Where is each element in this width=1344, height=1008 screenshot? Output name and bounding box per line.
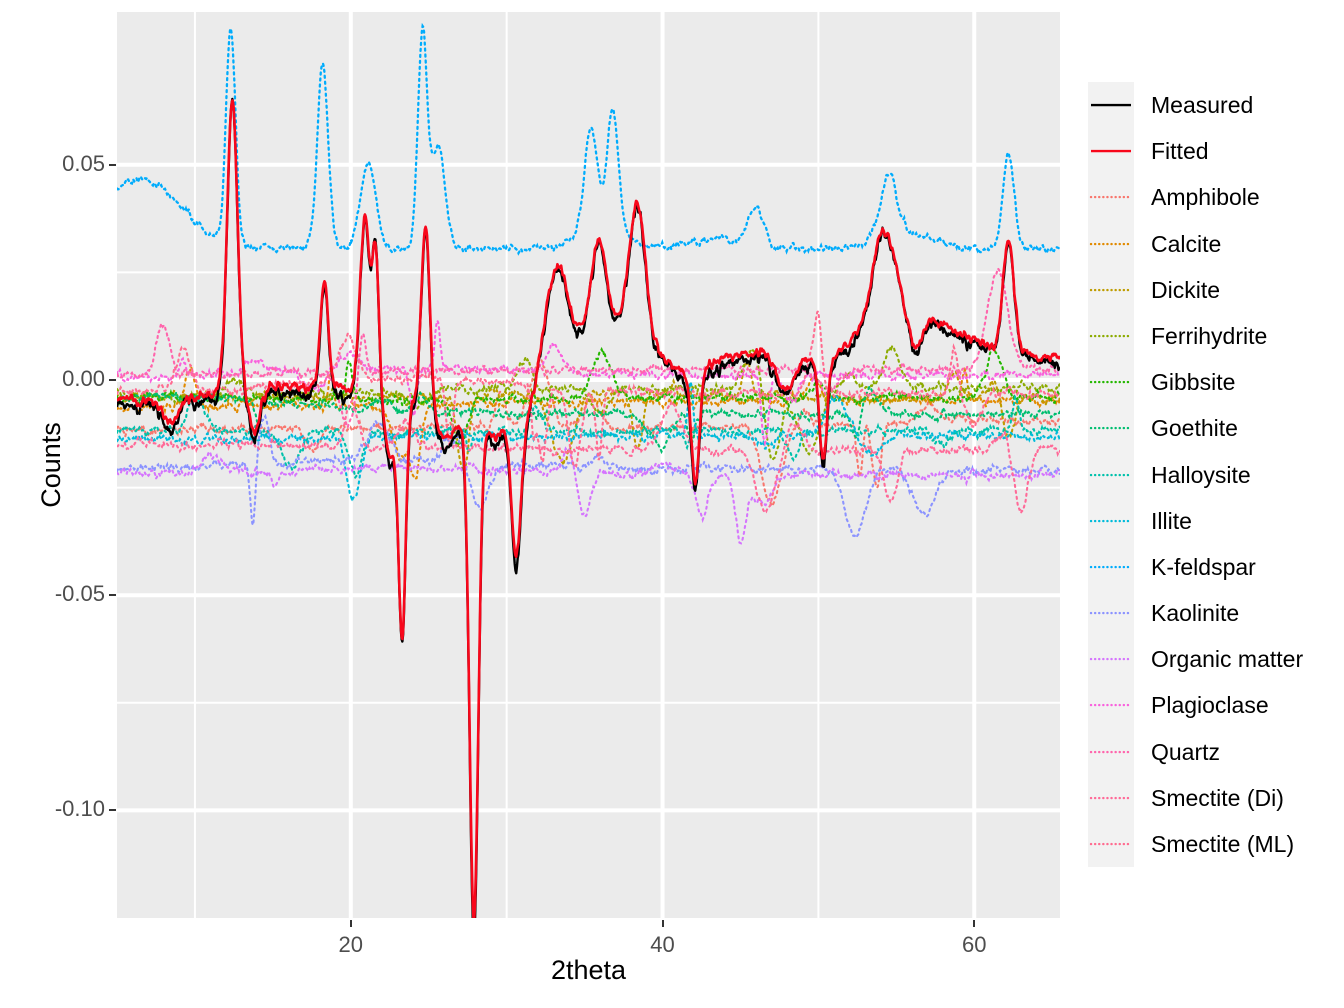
legend-item-measured[interactable]: Measured bbox=[1088, 82, 1338, 129]
x-axis-title: 2theta bbox=[550, 955, 627, 985]
legend-key-swatch bbox=[1088, 636, 1134, 683]
x-tick-mark bbox=[661, 920, 664, 927]
legend-key-swatch bbox=[1088, 82, 1134, 129]
y-axis-title: Counts bbox=[36, 422, 66, 508]
legend-item-halloysite[interactable]: Halloysite bbox=[1088, 451, 1338, 498]
legend-item-label: Calcite bbox=[1151, 230, 1222, 257]
legend: Measured Fitted Amphibole Calcite Dickite Fer… bbox=[1088, 82, 1338, 868]
y-tick-label: 0.00 bbox=[62, 365, 105, 391]
legend-key-swatch bbox=[1088, 359, 1134, 406]
y-tick-mark bbox=[109, 378, 116, 381]
y-tick-label: -0.10 bbox=[54, 796, 105, 822]
legend-item-label: Plagioclase bbox=[1151, 692, 1269, 719]
y-tick-mark bbox=[109, 809, 116, 812]
legend-item-quartz[interactable]: Quartz bbox=[1088, 728, 1338, 775]
legend-key-swatch bbox=[1088, 451, 1134, 498]
legend-item-label: K-feldspar bbox=[1151, 553, 1256, 580]
x-tick-label: 60 bbox=[962, 932, 987, 957]
y-tick-mark bbox=[109, 163, 116, 166]
legend-item-calcite[interactable]: Calcite bbox=[1088, 220, 1338, 267]
plot-canvas bbox=[117, 12, 1060, 918]
legend-item-label: Dickite bbox=[1151, 276, 1221, 303]
legend-item-label: Smectite (ML) bbox=[1151, 831, 1295, 857]
legend-key-swatch bbox=[1088, 543, 1134, 591]
legend-item-label: Fitted bbox=[1151, 138, 1209, 165]
y-tick-label: 0.05 bbox=[62, 150, 105, 176]
x-tick-mark bbox=[349, 920, 352, 927]
legend-key-swatch bbox=[1088, 174, 1134, 221]
legend-item-label: Gibbsite bbox=[1151, 369, 1236, 396]
legend-item-dickite[interactable]: Dickite bbox=[1088, 266, 1338, 313]
legend-item-fitted[interactable]: Fitted bbox=[1088, 128, 1338, 175]
component-series-group bbox=[117, 22, 1060, 545]
x-tick-label: 40 bbox=[650, 932, 675, 957]
legend-item-label: Amphibole bbox=[1151, 184, 1260, 211]
legend-item-label: Ferrihydrite bbox=[1151, 322, 1268, 349]
legend-item-organic-matter[interactable]: Organic matter bbox=[1088, 636, 1338, 683]
legend-item-plagioclase[interactable]: Plagioclase bbox=[1088, 682, 1338, 729]
legend-item-illite[interactable]: Illite bbox=[1088, 497, 1338, 544]
legend-key-swatch bbox=[1088, 497, 1134, 544]
legend-item-label: Illite bbox=[1151, 507, 1192, 534]
legend-key-swatch bbox=[1088, 774, 1134, 821]
legend-item-smectite-di-[interactable]: Smectite (Di) bbox=[1088, 774, 1338, 821]
y-tick-label: -0.05 bbox=[54, 581, 105, 607]
legend-item-gibbsite[interactable]: Gibbsite bbox=[1088, 359, 1338, 406]
legend-key-swatch bbox=[1088, 590, 1134, 637]
xrd-pattern-figure: Counts 2theta Measured Fitted Amphibole Cal… bbox=[0, 0, 1344, 1008]
legend-key-swatch bbox=[1088, 128, 1134, 175]
legend-item-goethite[interactable]: Goethite bbox=[1088, 405, 1338, 452]
legend-item-k-feldspar[interactable]: K-feldspar bbox=[1088, 543, 1338, 591]
legend-item-label: Measured bbox=[1151, 92, 1254, 118]
legend-item-label: Goethite bbox=[1151, 415, 1238, 442]
legend-item-label: Quartz bbox=[1151, 738, 1221, 765]
legend-key-swatch bbox=[1088, 220, 1134, 267]
legend-item-label: Kaolinite bbox=[1151, 600, 1240, 627]
legend-key-swatch bbox=[1088, 266, 1134, 313]
legend-item-label: Smectite (Di) bbox=[1151, 784, 1284, 811]
legend-key-swatch bbox=[1088, 821, 1134, 868]
x-tick-mark bbox=[973, 920, 976, 927]
y-tick-mark bbox=[109, 594, 116, 597]
x-tick-label: 20 bbox=[338, 932, 364, 957]
legend-item-label: Organic matter bbox=[1151, 646, 1304, 673]
legend-item-amphibole[interactable]: Amphibole bbox=[1088, 174, 1338, 221]
series-k-feldspar bbox=[117, 22, 1060, 257]
legend-item-smectite-ml-[interactable]: Smectite (ML) bbox=[1088, 821, 1338, 868]
legend-key-swatch bbox=[1088, 728, 1134, 775]
plot-panel bbox=[117, 12, 1060, 918]
y-axis-title-wrap: Counts bbox=[0, 0, 66, 930]
legend-item-kaolinite[interactable]: Kaolinite bbox=[1088, 590, 1338, 637]
legend-key-swatch bbox=[1088, 405, 1134, 452]
legend-key-swatch bbox=[1088, 682, 1134, 729]
legend-item-label: Halloysite bbox=[1151, 461, 1251, 488]
legend-key-swatch bbox=[1088, 312, 1134, 360]
legend-item-ferrihydrite[interactable]: Ferrihydrite bbox=[1088, 312, 1338, 360]
